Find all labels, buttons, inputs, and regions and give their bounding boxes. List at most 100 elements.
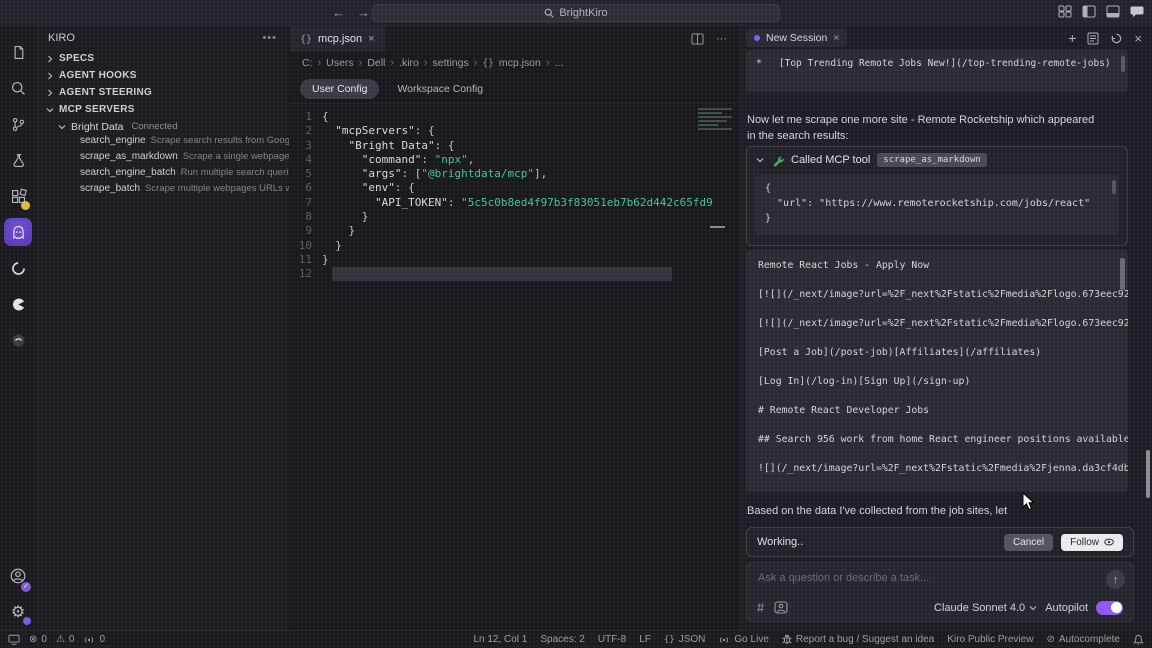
breadcrumb-item[interactable]: Dell (367, 57, 385, 69)
tab-mcp-json[interactable]: {} mcp.json × (290, 26, 385, 52)
breadcrumb-item[interactable]: mcp.json (499, 57, 541, 69)
code-line[interactable]: 7 "API_TOKEN": "5c5c0b8ed4f97b3f83051eb7… (290, 196, 737, 210)
breadcrumb-item[interactable]: .kiro (399, 57, 419, 69)
tool-description: Scrape search results from Google, ... (151, 135, 289, 146)
sidebar-section-specs[interactable]: SPECS (36, 50, 289, 67)
layout-grid-icon[interactable] (1058, 5, 1072, 18)
extension-edge-icon[interactable] (0, 250, 36, 286)
tool-result-block[interactable]: Remote React Jobs - Apply Now[![](/_next… (746, 250, 1128, 492)
cancel-button[interactable]: Cancel (1004, 534, 1053, 551)
scrollbar-thumb[interactable] (1112, 180, 1116, 194)
mcp-tool-scrape_as_markdown[interactable]: scrape_as_markdownScrape a single webpag… (36, 151, 289, 167)
breadcrumb-item[interactable]: C: (302, 57, 313, 69)
command-search-input[interactable]: BrightKiro (372, 4, 780, 22)
result-line: [Log In](/log-in)[Sign Up](/sign-up) (758, 375, 1116, 404)
editor-more-actions-icon[interactable]: ··· (716, 33, 727, 45)
code-line[interactable]: 12 (290, 267, 737, 281)
panel-close-icon[interactable]: × (1134, 31, 1142, 46)
chevron-down-icon[interactable] (756, 156, 764, 164)
model-selector[interactable]: Claude Sonnet 4.0 (934, 602, 1037, 614)
nav-forward-icon[interactable]: → (357, 4, 370, 22)
code-editor[interactable]: 1{2 "mcpServers": {3 "Bright Data": {4 "… (290, 104, 737, 630)
code-line[interactable]: 11} (290, 253, 737, 267)
warnings-indicator[interactable]: ⚠0 (56, 634, 75, 645)
sidebar-more-icon[interactable]: ••• (262, 32, 277, 44)
scrollbar-thumb[interactable] (1121, 56, 1125, 72)
mcp-tool-search_engine_batch[interactable]: search_engine_batchRun multiple search q… (36, 167, 289, 183)
tab-workspace-config[interactable]: Workspace Config (385, 79, 495, 99)
tab-user-config[interactable]: User Config (300, 79, 379, 99)
history-icon[interactable] (1110, 32, 1123, 45)
code-line[interactable]: 9 } (290, 224, 737, 238)
follow-button[interactable]: Follow (1061, 534, 1123, 551)
sidebar-section-mcp-servers[interactable]: MCP SERVERS (36, 101, 289, 118)
toggle-panel-icon[interactable] (1106, 5, 1120, 18)
bug-icon (782, 634, 792, 645)
streaming-text: Based on the data I've collected from th… (747, 505, 1137, 517)
code-line[interactable]: 8 } (290, 210, 737, 224)
code-line[interactable]: 2 "mcpServers": { (290, 124, 737, 138)
title-bar: ← → BrightKiro (0, 0, 1152, 26)
tool-input-block[interactable]: { "url": "https://www.remoterocketship.c… (755, 175, 1119, 235)
new-session-plus-icon[interactable]: + (1068, 30, 1076, 46)
context-hash-icon[interactable]: # (757, 600, 764, 615)
encoding-indicator[interactable]: UTF-8 (598, 634, 626, 645)
extensions-icon[interactable] (0, 178, 36, 214)
spaces-indicator[interactable]: Spaces: 2 (540, 634, 584, 645)
nav-back-icon[interactable]: ← (332, 4, 345, 22)
run-debug-icon[interactable] (0, 142, 36, 178)
sidebar-section-agent-steering[interactable]: AGENT STEERING (36, 84, 289, 101)
language-indicator[interactable]: {}JSON (664, 634, 706, 645)
send-button[interactable]: ↑ (1106, 570, 1125, 589)
breadcrumb-item[interactable]: Users (326, 57, 353, 69)
account-icon[interactable]: ✓ (0, 558, 36, 594)
mcp-tool-card[interactable]: Called MCP tool scrape_as_markdown { "ur… (746, 146, 1128, 246)
sidebar-section-agent-hooks[interactable]: AGENT HOOKS (36, 67, 289, 84)
breadcrumb-item[interactable]: ... (555, 57, 564, 69)
errors-indicator[interactable]: ⊗0 (29, 634, 47, 645)
section-label: MCP SERVERS (59, 104, 135, 115)
code-line[interactable]: 4 "command": "npx", (290, 153, 737, 167)
settings-gear-icon[interactable]: ⚙ (0, 594, 36, 630)
tab-new-session[interactable]: New Session × (746, 29, 847, 47)
scrollbar-thumb[interactable] (1120, 258, 1125, 290)
split-editor-icon[interactable] (691, 33, 704, 45)
source-control-icon[interactable] (0, 106, 36, 142)
breadcrumb-item[interactable]: settings (433, 57, 469, 69)
autocomplete-indicator[interactable]: ⊘Autocomplete (1046, 634, 1120, 645)
code-line[interactable]: 10 } (290, 239, 737, 253)
remote-icon[interactable] (8, 634, 20, 645)
autopilot-toggle[interactable] (1096, 601, 1123, 615)
mcp-tool-scrape_batch[interactable]: scrape_batchScrape multiple webpages URL… (36, 183, 289, 199)
task-list-icon[interactable] (1087, 32, 1099, 45)
tab-label: mcp.json (318, 33, 362, 45)
kiro-agent-icon[interactable] (0, 214, 36, 250)
sidebar-server-bright-data[interactable]: Bright Data Connected (36, 118, 289, 135)
report-bug-button[interactable]: Report a bug / Suggest an idea (782, 634, 934, 645)
tab-close-icon[interactable]: × (368, 33, 374, 45)
previous-result-block[interactable]: * [Top Trending Remote Jobs New!](/top-t… (746, 50, 1128, 92)
explorer-icon[interactable] (0, 34, 36, 70)
extension-round-icon[interactable] (0, 286, 36, 322)
go-live-button[interactable]: Go Live (718, 634, 768, 645)
code-line[interactable]: 1{ (290, 110, 737, 124)
code-line[interactable]: 6 "env": { (290, 181, 737, 195)
session-close-icon[interactable]: × (833, 32, 839, 44)
chat-bubble-icon[interactable] (1130, 5, 1144, 18)
minimap[interactable] (698, 108, 732, 132)
toggle-sidebar-icon[interactable] (1082, 5, 1096, 18)
ports-indicator[interactable]: 0 (83, 634, 105, 645)
bell-icon[interactable] (1133, 634, 1144, 646)
code-line[interactable]: 5 "args": ["@brightdata/mcp"], (290, 167, 737, 181)
extension-dark-icon[interactable] (0, 322, 36, 358)
chat-input-box[interactable]: Ask a question or describe a task... ↑ #… (746, 562, 1134, 622)
kiro-preview-label[interactable]: Kiro Public Preview (947, 634, 1033, 645)
panel-scrollbar-thumb[interactable] (1146, 450, 1150, 498)
eol-indicator[interactable]: LF (639, 634, 651, 645)
code-line[interactable]: 3 "Bright Data": { (290, 139, 737, 153)
line-number: 8 (290, 210, 322, 224)
attach-image-icon[interactable] (774, 601, 788, 614)
mcp-tool-search_engine[interactable]: search_engineScrape search results from … (36, 135, 289, 151)
line-col-indicator[interactable]: Ln 12, Col 1 (473, 634, 527, 645)
search-sidebar-icon[interactable] (0, 70, 36, 106)
